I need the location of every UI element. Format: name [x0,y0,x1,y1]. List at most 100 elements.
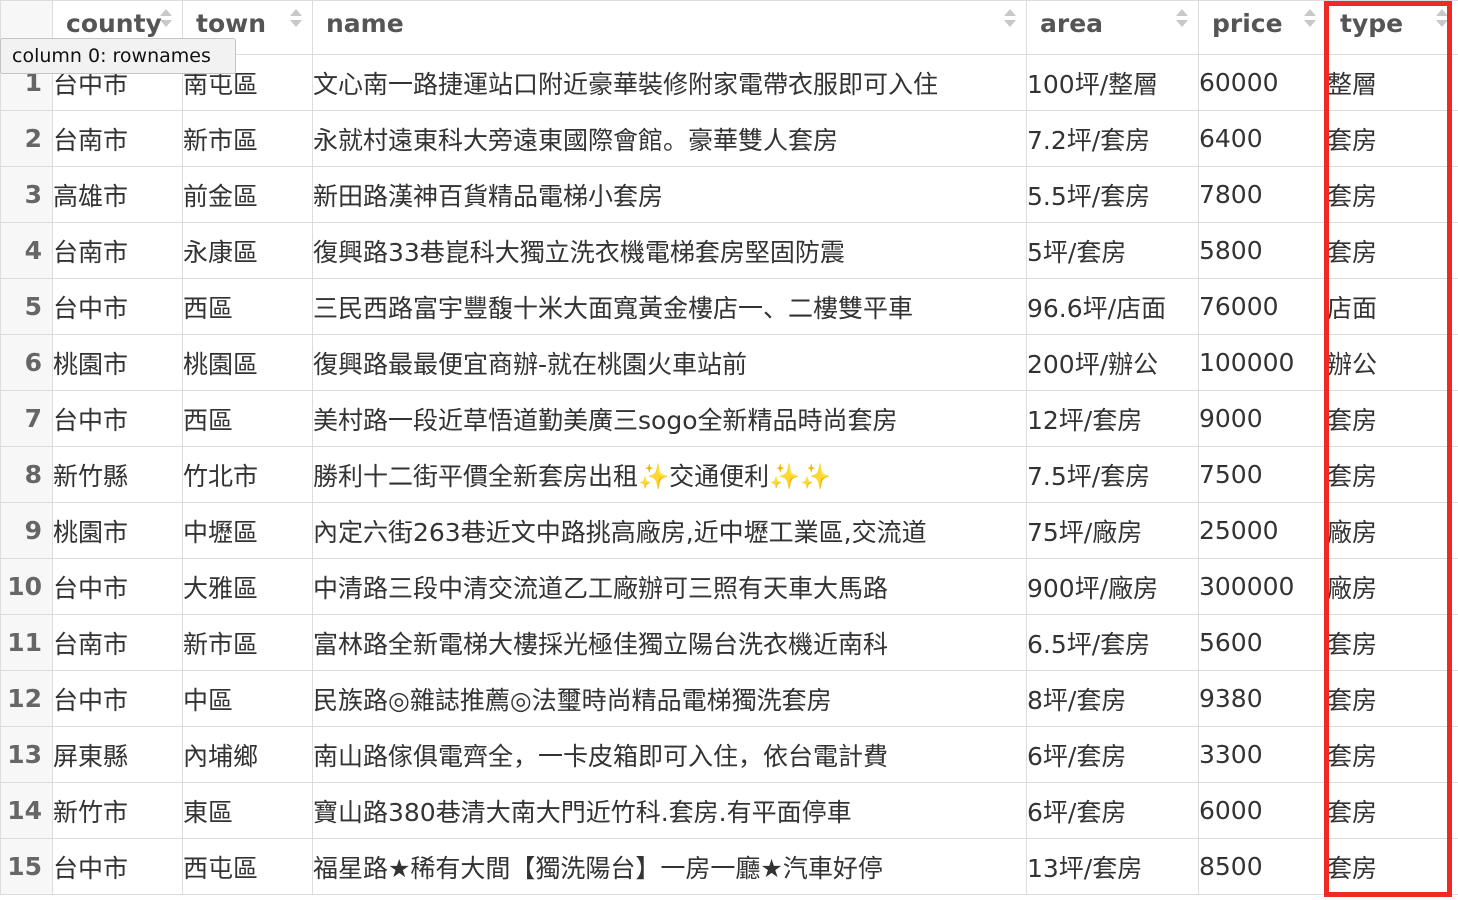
cell-area: 8坪/套房 [1026,670,1199,727]
cell-town: 東區 [182,782,313,839]
column-header-label: name [326,9,404,38]
cell-price: 5800 [1198,222,1327,279]
cell-price: 100000 [1198,334,1327,391]
table-row: 5 台中市 西區 三民西路富宇豐馥十米大面寬黃金樓店一、二樓雙平車 96.6坪/… [0,278,1458,335]
row-number: 12 [0,670,53,727]
cell-type: 套房 [1326,166,1458,223]
row-number: 2 [0,110,53,167]
table-row: 13 屏東縣 內埔鄉 南山路傢俱電齊全，一卡皮箱即可入住，依台電計費 6坪/套房… [0,726,1458,783]
row-number: 13 [0,726,53,783]
cell-county: 高雄市 [52,166,183,223]
table-body: 1 台中市 南屯區 文心南一路捷運站口附近豪華裝修附家電帶衣服即可入住 100坪… [0,54,1458,895]
cell-type: 套房 [1326,782,1458,839]
row-number: 15 [0,838,53,895]
cell-price: 7800 [1198,166,1327,223]
cell-type: 套房 [1326,390,1458,447]
cell-town: 西區 [182,278,313,335]
cell-area: 900坪/廠房 [1026,558,1199,615]
sort-arrows-icon[interactable] [160,9,172,29]
column-header-price[interactable]: price [1198,0,1327,55]
cell-name: 民族路◎雜誌推薦◎法璽時尚精品電梯獨洗套房 [312,670,1027,727]
sort-arrows-icon[interactable] [290,9,302,29]
cell-area: 100坪/整層 [1026,54,1199,111]
cell-area: 7.5坪/套房 [1026,446,1199,503]
cell-area: 96.6坪/店面 [1026,278,1199,335]
column-header-type[interactable]: type [1326,0,1458,55]
cell-town: 桃園區 [182,334,313,391]
table-row: 6 桃園市 桃園區 復興路最最便宜商辦-就在桃園火車站前 200坪/辦公 100… [0,334,1458,391]
row-number: 10 [0,558,53,615]
cell-name: 南山路傢俱電齊全，一卡皮箱即可入住，依台電計費 [312,726,1027,783]
cell-price: 9000 [1198,390,1327,447]
row-number: 11 [0,614,53,671]
cell-area: 200坪/辦公 [1026,334,1199,391]
cell-type: 套房 [1326,222,1458,279]
sort-arrows-icon[interactable] [1304,9,1316,29]
column-header-label: type [1340,9,1404,38]
cell-price: 7500 [1198,446,1327,503]
data-table: county town name area price type 1 台中市 南… [0,0,1458,895]
cell-name: 復興路最最便宜商辦-就在桃園火車站前 [312,334,1027,391]
sort-arrows-icon[interactable] [1176,9,1188,29]
cell-area: 5坪/套房 [1026,222,1199,279]
cell-name: 文心南一路捷運站口附近豪華裝修附家電帶衣服即可入住 [312,54,1027,111]
cell-county: 桃園市 [52,502,183,559]
cell-area: 6坪/套房 [1026,726,1199,783]
column-header-area[interactable]: area [1026,0,1199,55]
cell-area: 75坪/廠房 [1026,502,1199,559]
table-row: 14 新竹市 東區 寶山路380巷清大南大門近竹科.套房.有平面停車 6坪/套房… [0,782,1458,839]
cell-name: 永就村遠東科大旁遠東國際會館。豪華雙人套房 [312,110,1027,167]
cell-town: 竹北市 [182,446,313,503]
cell-county: 台中市 [52,558,183,615]
table-row: 3 高雄市 前金區 新田路漢神百貨精品電梯小套房 5.5坪/套房 7800 套房 [0,166,1458,223]
column-header-label: area [1040,9,1104,38]
cell-town: 前金區 [182,166,313,223]
table-row: 4 台南市 永康區 復興路33巷崑科大獨立洗衣機電梯套房堅固防震 5坪/套房 5… [0,222,1458,279]
cell-town: 大雅區 [182,558,313,615]
cell-area: 13坪/套房 [1026,838,1199,895]
cell-type: 套房 [1326,446,1458,503]
cell-name: 富林路全新電梯大樓採光極佳獨立陽台洗衣機近南科 [312,614,1027,671]
cell-area: 7.2坪/套房 [1026,110,1199,167]
cell-price: 8500 [1198,838,1327,895]
column-header-label: price [1212,9,1283,38]
cell-price: 9380 [1198,670,1327,727]
cell-name: 美村路一段近草悟道勤美廣三sogo全新精品時尚套房 [312,390,1027,447]
cell-area: 5.5坪/套房 [1026,166,1199,223]
sort-arrows-icon[interactable] [1436,9,1448,29]
column-header-name[interactable]: name [312,0,1027,55]
table-row: 11 台南市 新市區 富林路全新電梯大樓採光極佳獨立陽台洗衣機近南科 6.5坪/… [0,614,1458,671]
cell-area: 6.5坪/套房 [1026,614,1199,671]
cell-county: 台南市 [52,222,183,279]
cell-town: 中壢區 [182,502,313,559]
cell-town: 永康區 [182,222,313,279]
table-row: 9 桃園市 中壢區 內定六街263巷近文中路挑高廠房,近中壢工業區,交流道 75… [0,502,1458,559]
sort-arrows-icon[interactable] [1004,9,1016,29]
row-number: 9 [0,502,53,559]
cell-type: 套房 [1326,614,1458,671]
cell-type: 店面 [1326,278,1458,335]
cell-name: 中清路三段中清交流道乙工廠辦可三照有天車大馬路 [312,558,1027,615]
cell-type: 套房 [1326,726,1458,783]
cell-name: 三民西路富宇豐馥十米大面寬黃金樓店一、二樓雙平車 [312,278,1027,335]
cell-town: 西屯區 [182,838,313,895]
column-tooltip: column 0: rownames [0,38,236,74]
table-row: 10 台中市 大雅區 中清路三段中清交流道乙工廠辦可三照有天車大馬路 900坪/… [0,558,1458,615]
cell-type: 辦公 [1326,334,1458,391]
cell-county: 新竹縣 [52,446,183,503]
cell-county: 台南市 [52,614,183,671]
cell-area: 6坪/套房 [1026,782,1199,839]
column-header-label: county [66,9,162,38]
table-row: 8 新竹縣 竹北市 勝利十二街平價全新套房出租✨交通便利✨✨ 7.5坪/套房 7… [0,446,1458,503]
cell-county: 台中市 [52,278,183,335]
cell-price: 76000 [1198,278,1327,335]
cell-type: 廠房 [1326,502,1458,559]
cell-price: 3300 [1198,726,1327,783]
table-row: 2 台南市 新市區 永就村遠東科大旁遠東國際會館。豪華雙人套房 7.2坪/套房 … [0,110,1458,167]
cell-price: 6000 [1198,782,1327,839]
cell-area: 12坪/套房 [1026,390,1199,447]
cell-name: 勝利十二街平價全新套房出租✨交通便利✨✨ [312,446,1027,503]
table-row: 7 台中市 西區 美村路一段近草悟道勤美廣三sogo全新精品時尚套房 12坪/套… [0,390,1458,447]
cell-price: 60000 [1198,54,1327,111]
cell-county: 台南市 [52,110,183,167]
